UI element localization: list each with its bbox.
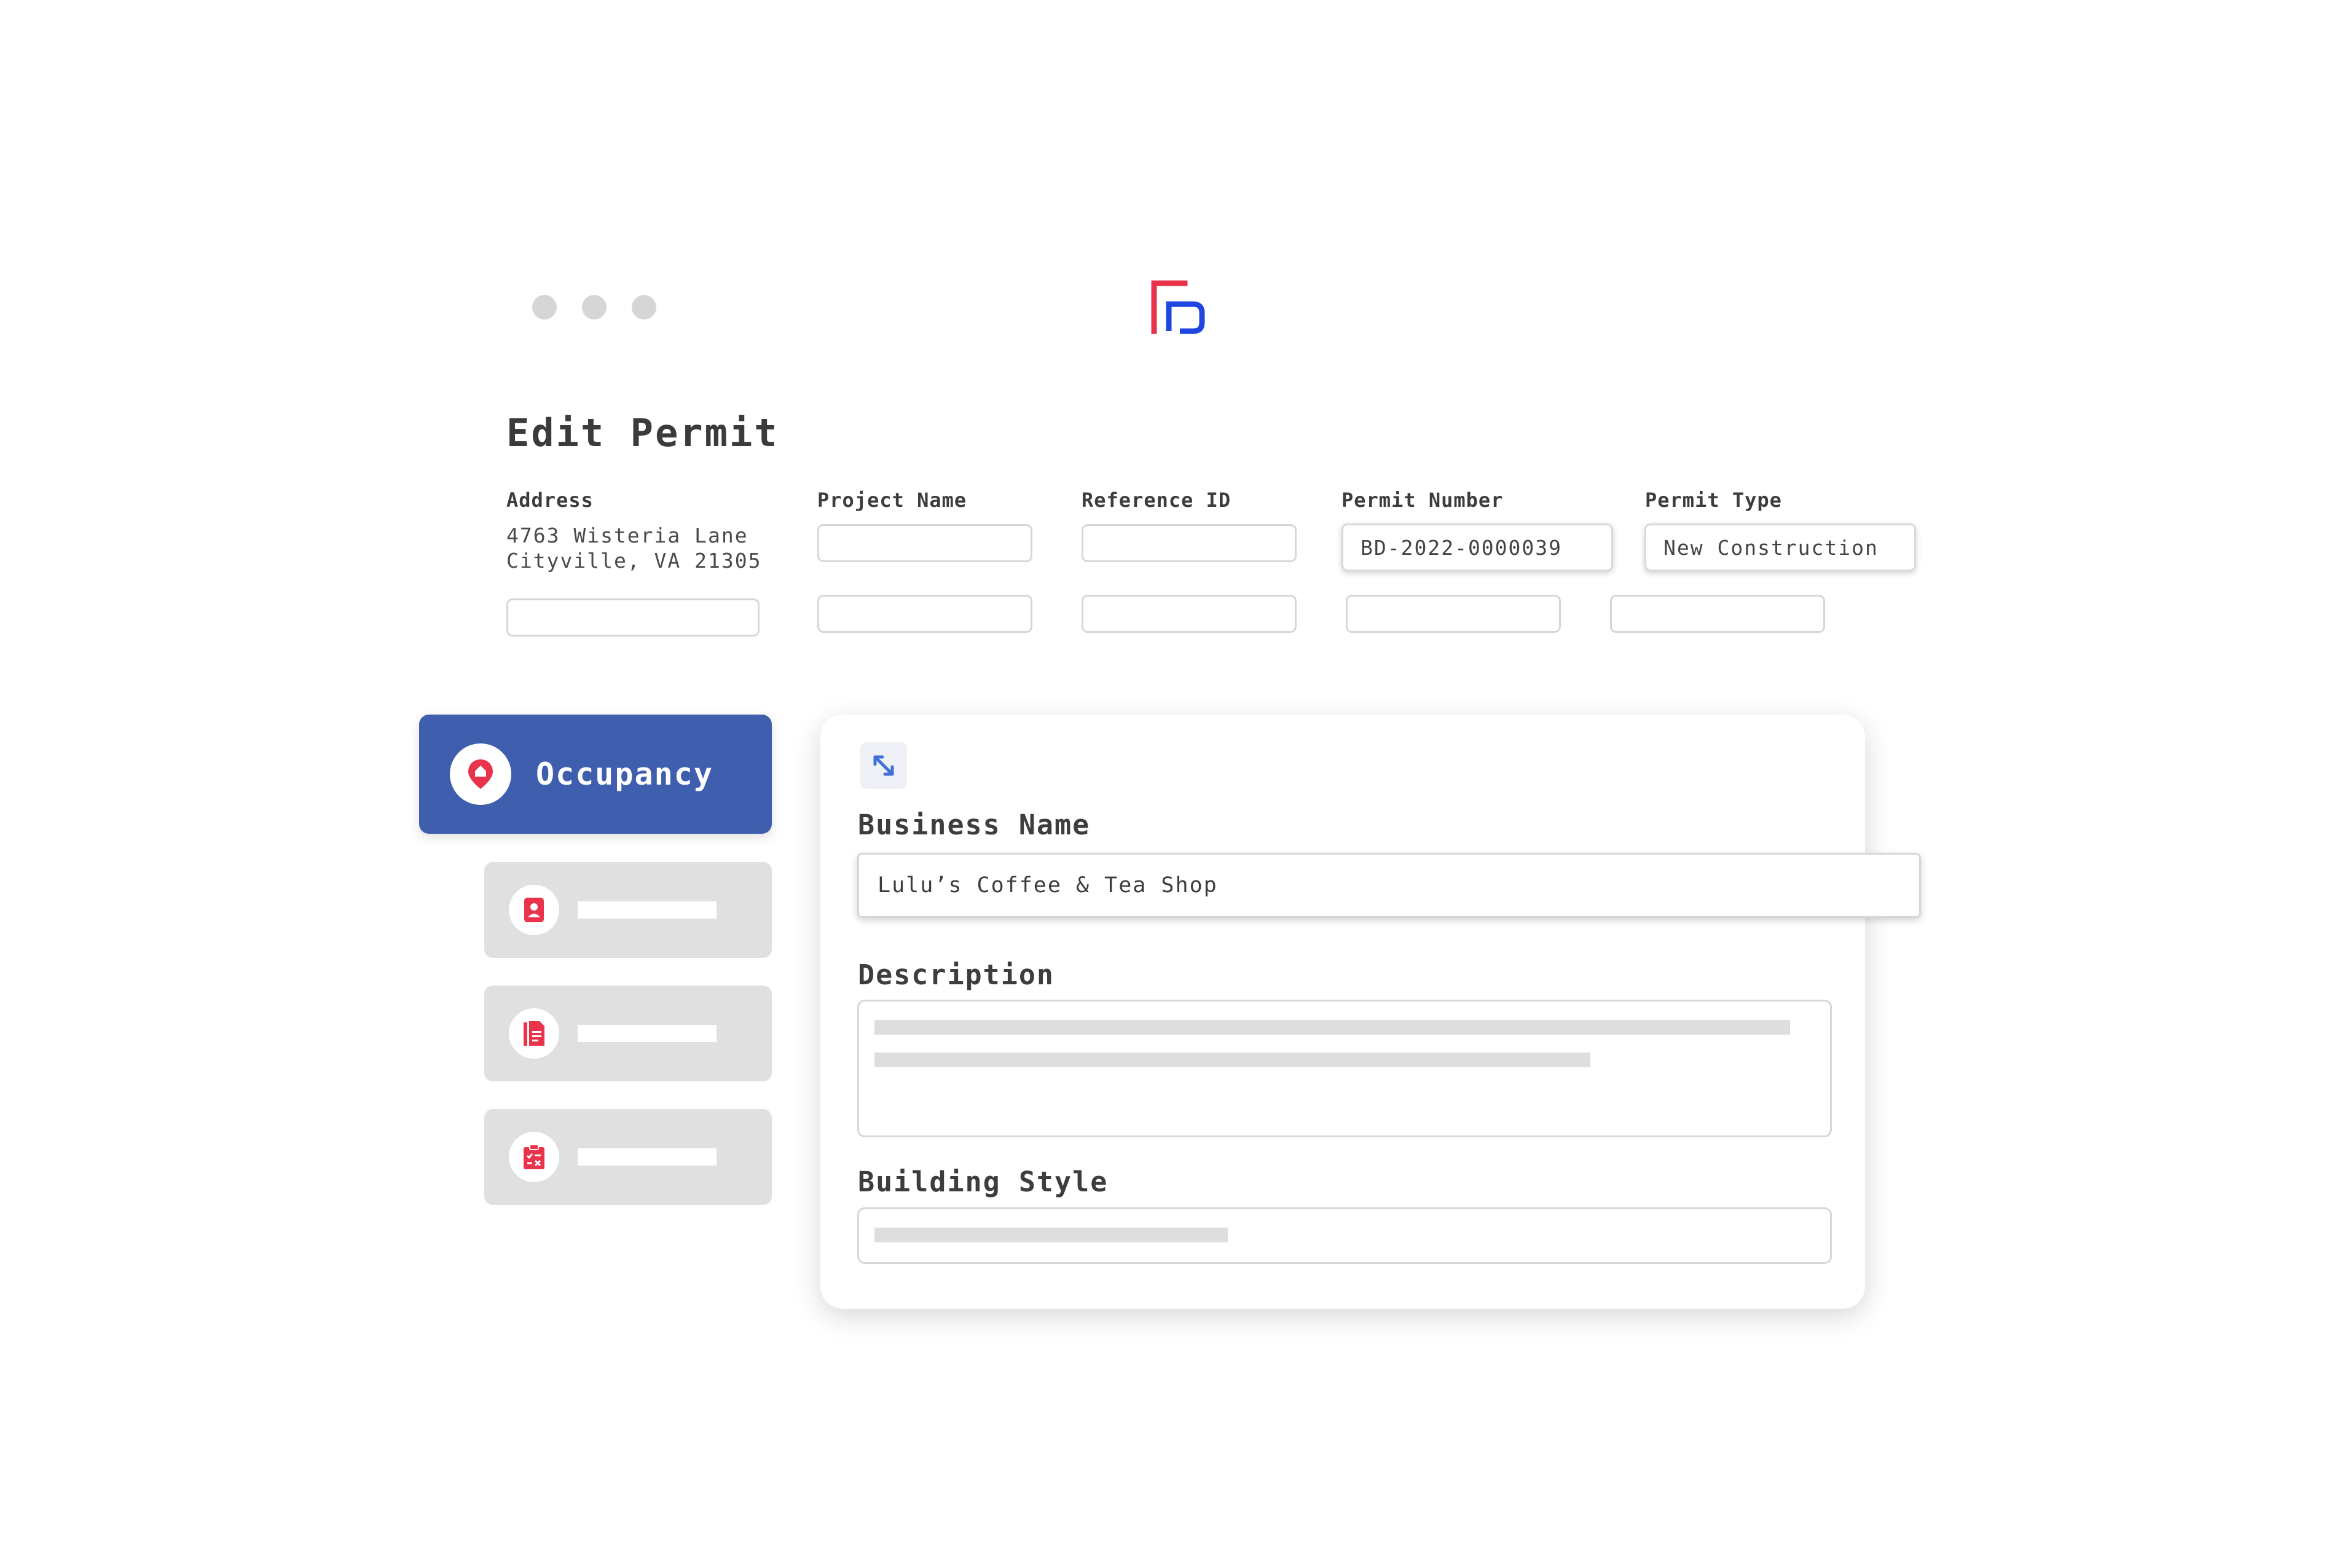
description-label: Description — [858, 958, 1055, 991]
sidebar-item[interactable] — [484, 986, 772, 1081]
sidebar-item-label: Occupancy — [536, 756, 713, 792]
expand-button[interactable] — [860, 742, 907, 789]
project-name-label: Project Name — [817, 488, 967, 512]
extra-field-input[interactable] — [1610, 595, 1825, 633]
sidebar-item-placeholder — [578, 901, 717, 919]
sidebar-item-occupancy[interactable]: Occupancy — [419, 715, 772, 834]
permit-type-label: Permit Type — [1645, 488, 1782, 512]
window-dot[interactable] — [582, 295, 607, 319]
window-dot[interactable] — [532, 295, 557, 319]
building-style-label: Building Style — [858, 1166, 1109, 1198]
extra-field-input[interactable] — [1082, 595, 1297, 633]
permit-type-select[interactable]: New Construction — [1644, 523, 1916, 571]
address-label: Address — [506, 488, 594, 512]
page-title: Edit Permit — [506, 410, 779, 455]
location-pin-icon — [450, 743, 511, 805]
clipboard-checklist-icon — [509, 1132, 559, 1182]
sidebar-item[interactable] — [484, 1109, 772, 1205]
document-icon — [509, 1008, 559, 1059]
extra-field-input[interactable] — [506, 598, 760, 637]
sidebar-item-placeholder — [578, 1025, 717, 1042]
project-name-input[interactable] — [817, 524, 1032, 562]
description-placeholder-line — [874, 1020, 1790, 1035]
sidebar-item[interactable] — [484, 862, 772, 958]
reference-id-label: Reference ID — [1082, 488, 1231, 512]
expand-icon — [873, 755, 894, 776]
app-logo — [1151, 280, 1205, 334]
permit-number-input[interactable]: BD-2022-0000039 — [1341, 523, 1613, 571]
permit-number-label: Permit Number — [1341, 488, 1504, 512]
address-line-2: Cityville, VA 21305 — [506, 549, 762, 573]
business-name-input[interactable]: Lulu’s Coffee & Tea Shop — [857, 853, 1921, 918]
address-line-1: 4763 Wisteria Lane — [506, 523, 748, 547]
business-name-label: Business Name — [858, 809, 1091, 841]
sidebar-item-placeholder — [578, 1148, 717, 1166]
extra-field-input[interactable] — [1346, 595, 1561, 633]
building-style-placeholder-line — [874, 1228, 1228, 1242]
window-dot[interactable] — [632, 295, 656, 319]
description-placeholder-line — [874, 1053, 1590, 1067]
extra-field-input[interactable] — [817, 595, 1032, 633]
reference-id-input[interactable] — [1082, 524, 1297, 562]
contact-card-icon — [509, 885, 559, 935]
